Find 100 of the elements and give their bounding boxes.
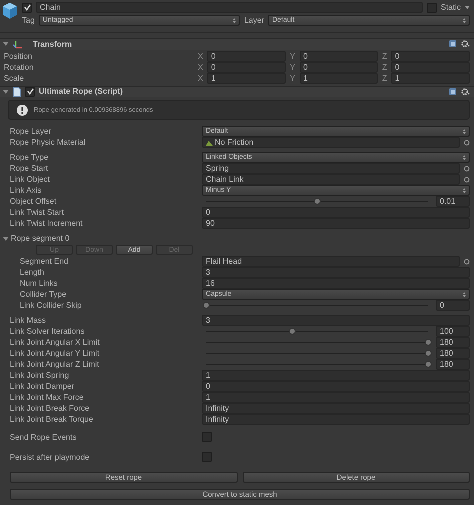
field-label: Link Solver Iterations <box>10 327 86 336</box>
input-field[interactable]: 100 <box>436 326 470 338</box>
field-label: Rope Physic Material <box>10 138 87 148</box>
field-label: Link Joint Angular Z Limit <box>10 360 100 370</box>
slider-thumb[interactable] <box>424 350 432 358</box>
component-title: Ultimate Rope (Script) <box>39 87 124 96</box>
dropdown-arrows-icon <box>233 18 236 24</box>
input-field[interactable]: Infinity <box>202 403 470 414</box>
layer-label: Layer <box>244 16 264 25</box>
object-field[interactable]: Chain Link <box>202 174 460 186</box>
field-label: Link Joint Angular X Limit <box>10 338 101 348</box>
field-label: Segment End <box>20 257 70 266</box>
field-label: Link Joint Max Force <box>10 393 85 402</box>
checkmark-icon <box>24 4 30 11</box>
dropdown-arrows-icon <box>463 128 466 135</box>
field-label: Rope Start <box>10 164 50 174</box>
input-field[interactable]: 0 <box>207 50 286 62</box>
slider-thumb[interactable] <box>424 361 432 368</box>
input-field[interactable]: 0 <box>391 62 470 73</box>
component-title: Transform <box>33 40 74 49</box>
input-field[interactable]: 1 <box>202 392 470 404</box>
field-label: Collider Type <box>20 290 68 300</box>
static-checkbox[interactable] <box>426 2 437 12</box>
dropdown-arrows-icon <box>463 18 466 24</box>
field-label: Link Joint Spring <box>10 371 70 380</box>
checkbox[interactable] <box>202 452 212 462</box>
name-field[interactable]: Chain <box>36 2 423 13</box>
field-label: Scale <box>4 74 26 83</box>
field-label: Num Links <box>20 279 59 288</box>
field-label: Link Object <box>10 175 52 184</box>
slider-thumb[interactable] <box>314 198 320 206</box>
input-field[interactable]: 0 <box>202 207 470 218</box>
cube-icon <box>2 2 18 20</box>
field-label: Link Joint Break Torque <box>10 415 94 424</box>
gear-icon[interactable] <box>461 88 470 96</box>
slider-thumb[interactable] <box>424 339 432 346</box>
script-file-icon <box>13 86 21 97</box>
input-field[interactable]: 1 <box>207 72 286 84</box>
gear-icon[interactable] <box>461 40 470 48</box>
field-label: Object Offset <box>10 197 58 206</box>
input-field[interactable]: Infinity <box>202 414 470 426</box>
axis-label: X <box>198 52 204 61</box>
field-label: Link Joint Break Force <box>10 404 91 414</box>
input-field[interactable]: 180 <box>436 359 470 370</box>
foldout-arrow-icon[interactable] <box>3 41 9 48</box>
enabled-checkbox[interactable] <box>25 86 35 97</box>
field-label: Rope Layer <box>10 127 52 136</box>
material-icon <box>206 140 213 146</box>
help-book-icon[interactable] <box>449 40 457 48</box>
slider-thumb[interactable] <box>289 328 296 336</box>
axis-label: Y <box>290 74 296 83</box>
checkmark-icon <box>26 88 34 96</box>
static-label: Static <box>440 3 461 12</box>
input-field[interactable]: 3 <box>202 267 470 278</box>
field-label: Rotation <box>4 62 35 72</box>
input-field[interactable]: 0 <box>207 62 286 73</box>
field-label: Link Mass <box>10 316 48 326</box>
axis-label: Z <box>382 52 388 61</box>
foldout-arrow-icon[interactable] <box>3 236 9 242</box>
input-field[interactable]: 0.01 <box>436 196 470 208</box>
object-field[interactable]: Flail Head <box>202 256 460 268</box>
foldout-arrow-icon[interactable] <box>3 88 9 95</box>
axis-label: Y <box>290 52 296 61</box>
input-field[interactable]: 0 <box>300 50 378 62</box>
field-label: Link Axis <box>10 186 43 196</box>
field-label: Send Rope Events <box>10 432 78 442</box>
active-checkbox[interactable] <box>22 2 32 12</box>
object-picker-icon[interactable] <box>464 258 470 265</box>
tag-label: Tag <box>22 16 35 25</box>
input-field[interactable]: 0 <box>436 300 470 312</box>
field-label: Link Joint Angular Y Limit <box>10 349 101 358</box>
input-field[interactable]: 1 <box>391 72 470 84</box>
input-field[interactable]: 3 <box>202 315 470 326</box>
input-field[interactable]: 1 <box>300 72 378 84</box>
field-label: Link Collider Skip <box>20 301 83 310</box>
slider-thumb[interactable] <box>202 302 210 310</box>
input-field[interactable]: 180 <box>436 337 470 348</box>
input-field[interactable]: 1 <box>202 370 470 382</box>
field-label: Link Twist Increment <box>10 219 84 228</box>
field-label: Persist after playmode <box>10 452 91 462</box>
dropdown-arrows-icon <box>463 188 466 194</box>
dropdown-arrows-icon <box>463 292 466 298</box>
input-field[interactable]: 0 <box>202 381 470 392</box>
segment-title: Rope segment 0 <box>11 234 70 244</box>
axis-label: X <box>198 62 204 72</box>
help-book-icon[interactable] <box>449 88 457 96</box>
field-label: Length <box>20 268 46 278</box>
input-field[interactable]: 90 <box>202 218 470 230</box>
input-field[interactable]: 0 <box>300 62 378 73</box>
caret-icon[interactable] <box>465 6 470 10</box>
input-field[interactable]: 16 <box>202 278 470 290</box>
dropdown-arrows-icon <box>463 154 466 161</box>
object-field[interactable]: No Friction <box>202 137 460 148</box>
input-field[interactable]: 180 <box>436 348 470 360</box>
input-field[interactable]: 0 <box>391 50 470 62</box>
axis-label: Y <box>290 62 296 72</box>
field-label: Link Joint Damper <box>10 382 76 392</box>
object-picker-icon[interactable] <box>464 140 470 146</box>
checkbox[interactable] <box>202 432 212 442</box>
object-field[interactable]: Spring <box>202 163 460 174</box>
